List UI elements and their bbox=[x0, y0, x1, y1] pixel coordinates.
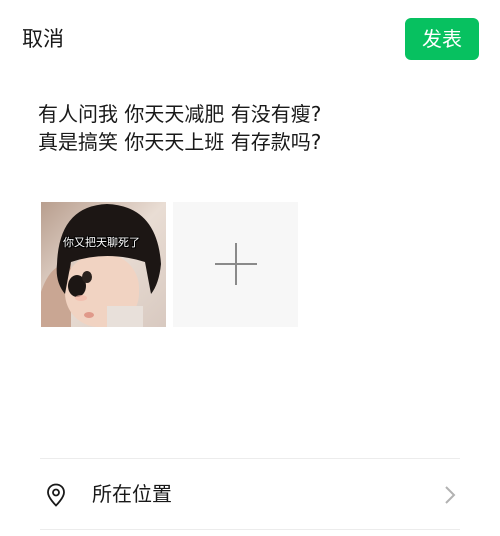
meme-photo-image bbox=[41, 202, 166, 327]
post-text-line-1: 有人问我 你天天减肥 有没有瘦? bbox=[38, 102, 322, 126]
divider-bottom bbox=[40, 529, 460, 530]
location-pin-icon bbox=[47, 483, 65, 507]
compose-moment-page: 取消 发表 有人问我 你天天减肥 有没有瘦? 真是搞笑 你天天上班 有存款吗? bbox=[0, 0, 500, 536]
cancel-button[interactable]: 取消 bbox=[22, 24, 64, 54]
post-text-line-2: 真是搞笑 你天天上班 有存款吗? bbox=[38, 130, 322, 154]
photo-caption: 你又把天聊死了 bbox=[63, 236, 140, 249]
add-media-button[interactable] bbox=[173, 202, 298, 327]
location-label: 所在位置 bbox=[92, 482, 172, 506]
attached-photo-thumbnail[interactable]: 你又把天聊死了 bbox=[41, 202, 166, 327]
publish-button[interactable]: 发表 bbox=[405, 18, 479, 60]
post-text-input[interactable]: 有人问我 你天天减肥 有没有瘦? 真是搞笑 你天天上班 有存款吗? bbox=[38, 100, 478, 156]
chevron-right-icon bbox=[445, 486, 456, 504]
location-row[interactable]: 所在位置 bbox=[40, 459, 460, 529]
